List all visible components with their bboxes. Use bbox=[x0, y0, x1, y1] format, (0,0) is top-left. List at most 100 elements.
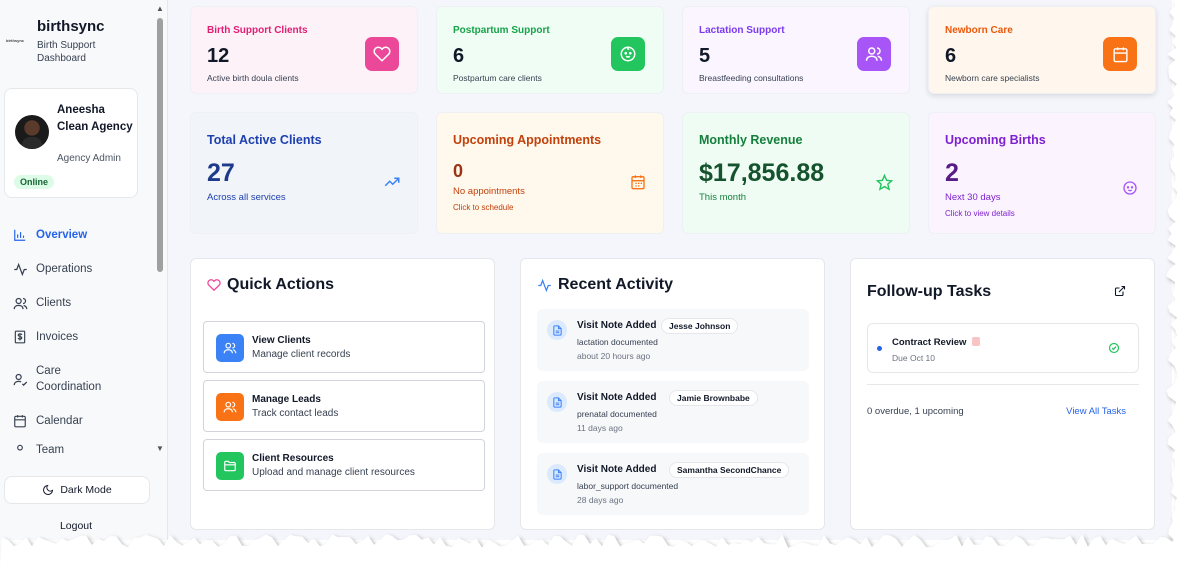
stat-label: Lactation Support bbox=[699, 25, 785, 36]
calendar-icon bbox=[629, 173, 647, 191]
users-icon bbox=[857, 37, 891, 71]
app-window: birthsync birthsync Birth Support Dashbo… bbox=[0, 0, 1172, 540]
sidebar: birthsync birthsync Birth Support Dashbo… bbox=[0, 0, 168, 540]
manage-leads-button[interactable]: Manage Leads Track contact leads bbox=[203, 380, 485, 432]
brand-logo[interactable]: birthsync bbox=[6, 38, 34, 43]
stat-desc: Breastfeeding consultations bbox=[699, 73, 804, 83]
activity-note: lactation documented bbox=[577, 337, 658, 347]
stat-card-birth-support[interactable]: Birth Support Clients 12 Active birth do… bbox=[190, 6, 418, 94]
scroll-up-icon[interactable]: ▲ bbox=[156, 4, 164, 13]
sidebar-item-overview[interactable]: Overview bbox=[0, 218, 155, 252]
activity-title: Visit Note Added bbox=[577, 464, 657, 475]
sidebar-item-operations[interactable]: Operations bbox=[0, 252, 155, 286]
logout-button[interactable]: Logout bbox=[0, 520, 152, 532]
sidebar-item-care-coordination[interactable]: Care Coordination bbox=[0, 354, 155, 404]
stat-label: Newborn Care bbox=[945, 25, 1013, 36]
document-icon bbox=[547, 464, 567, 484]
brand: birthsync birthsync Birth Support Dashbo… bbox=[4, 18, 154, 68]
folder-icon bbox=[216, 452, 244, 480]
calendar-icon bbox=[1103, 37, 1137, 71]
summary-label: Upcoming Appointments bbox=[453, 133, 602, 147]
sidebar-nav: Overview Operations Clients Invoices Car… bbox=[0, 218, 155, 458]
check-circle-icon[interactable] bbox=[1108, 341, 1120, 359]
sidebar-item-label: Invoices bbox=[36, 331, 79, 343]
moon-icon bbox=[42, 484, 54, 496]
followup-tasks-panel: Follow-up Tasks Contract Review Due Oct … bbox=[850, 258, 1155, 530]
task-title: Contract Review bbox=[892, 337, 967, 348]
stat-card-lactation[interactable]: Lactation Support 5 Breastfeeding consul… bbox=[682, 6, 910, 94]
summary-card-revenue[interactable]: Monthly Revenue $17,856.88 This month bbox=[682, 112, 910, 234]
brand-subtitle: Birth Support Dashboard bbox=[37, 40, 96, 64]
activity-item[interactable]: Visit Note Added Jesse Johnson lactation… bbox=[537, 309, 809, 371]
view-all-tasks-link[interactable]: View All Tasks bbox=[1066, 406, 1126, 417]
stat-value: 5 bbox=[699, 45, 711, 67]
users-icon bbox=[12, 295, 28, 311]
sidebar-item-invoices[interactable]: Invoices bbox=[0, 320, 155, 354]
sidebar-item-clients[interactable]: Clients bbox=[0, 286, 155, 320]
team-icon bbox=[12, 442, 28, 458]
dark-mode-button[interactable]: Dark Mode bbox=[4, 476, 150, 504]
heart-icon bbox=[365, 37, 399, 71]
quick-action-sub: Manage client records bbox=[252, 349, 351, 360]
summary-value: 0 bbox=[453, 161, 464, 181]
sidebar-item-team[interactable]: Team bbox=[0, 438, 155, 458]
recent-activity-panel: Recent Activity Visit Note Added Jesse J… bbox=[520, 258, 825, 530]
quick-action-title: Client Resources bbox=[252, 453, 334, 464]
activity-client-badge: Samantha SecondChance bbox=[669, 462, 790, 478]
quick-actions-title-text: Quick Actions bbox=[227, 276, 334, 293]
heart-icon bbox=[207, 278, 221, 292]
summary-label: Upcoming Births bbox=[945, 133, 1046, 147]
summary-value: 27 bbox=[207, 159, 235, 187]
summary-card-total-clients[interactable]: Total Active Clients 27 Across all servi… bbox=[190, 112, 418, 234]
user-check-icon bbox=[12, 371, 28, 387]
avatar bbox=[15, 115, 49, 149]
task-due: Due Oct 10 bbox=[892, 353, 935, 363]
divider bbox=[867, 384, 1139, 385]
stat-card-postpartum[interactable]: Postpartum Support 6 Postpartum care cli… bbox=[436, 6, 664, 94]
activity-client-badge: Jamie Brownbabe bbox=[669, 390, 758, 406]
profile-role: Agency Admin bbox=[57, 153, 121, 164]
scrollbar-thumb[interactable] bbox=[157, 18, 163, 272]
scroll-down-icon[interactable]: ▼ bbox=[156, 444, 164, 453]
view-clients-button[interactable]: View Clients Manage client records bbox=[203, 321, 485, 373]
users-icon bbox=[216, 334, 244, 362]
status-badge: Online bbox=[14, 175, 55, 189]
stat-desc: Newborn care specialists bbox=[945, 73, 1040, 83]
trending-up-icon bbox=[383, 173, 401, 191]
activity-client-badge: Jesse Johnson bbox=[661, 318, 739, 334]
activity-item[interactable]: Visit Note Added Jamie Brownbabe prenata… bbox=[537, 381, 809, 443]
sidebar-scrollbar[interactable]: ▲ ▼ bbox=[155, 4, 164, 456]
activity-title: Visit Note Added bbox=[577, 392, 657, 403]
sidebar-item-calendar[interactable]: Calendar bbox=[0, 404, 155, 438]
document-icon bbox=[547, 320, 567, 340]
activity-title: Visit Note Added bbox=[577, 320, 657, 331]
star-icon bbox=[875, 173, 893, 191]
recent-activity-title: Recent Activity bbox=[537, 276, 673, 294]
stat-desc: Active birth doula clients bbox=[207, 73, 299, 83]
schedule-link[interactable]: Click to schedule bbox=[453, 203, 513, 212]
stat-value: 12 bbox=[207, 45, 230, 67]
activity-item[interactable]: Visit Note Added Samantha SecondChance l… bbox=[537, 453, 809, 515]
task-summary: 0 overdue, 1 upcoming bbox=[867, 406, 964, 417]
stat-label: Postpartum Support bbox=[453, 25, 550, 36]
summary-card-appointments[interactable]: Upcoming Appointments 0 No appointments … bbox=[436, 112, 664, 234]
users-icon bbox=[216, 393, 244, 421]
view-births-link[interactable]: Click to view details bbox=[945, 209, 1015, 218]
stat-card-newborn[interactable]: Newborn Care 6 Newborn care specialists bbox=[928, 6, 1156, 94]
profile-card[interactable]: Aneesha Clean Agency Agency Admin Online bbox=[4, 88, 138, 198]
external-link-icon[interactable] bbox=[1114, 284, 1126, 302]
quick-action-title: View Clients bbox=[252, 335, 311, 346]
sidebar-item-label: Team bbox=[36, 444, 65, 456]
activity-note: prenatal documented bbox=[577, 409, 657, 419]
activity-icon bbox=[537, 278, 552, 293]
summary-value: 2 bbox=[945, 159, 959, 187]
task-status-dot bbox=[877, 346, 882, 351]
summary-desc: No appointments bbox=[453, 186, 525, 197]
followup-title: Follow-up Tasks bbox=[867, 283, 992, 300]
stat-label: Birth Support Clients bbox=[207, 25, 308, 36]
activity-time: 11 days ago bbox=[577, 423, 623, 433]
summary-card-births[interactable]: Upcoming Births 2 Next 30 days Click to … bbox=[928, 112, 1156, 234]
activity-time: about 20 hours ago bbox=[577, 351, 651, 361]
task-item[interactable]: Contract Review Due Oct 10 bbox=[867, 323, 1139, 373]
client-resources-button[interactable]: Client Resources Upload and manage clien… bbox=[203, 439, 485, 491]
